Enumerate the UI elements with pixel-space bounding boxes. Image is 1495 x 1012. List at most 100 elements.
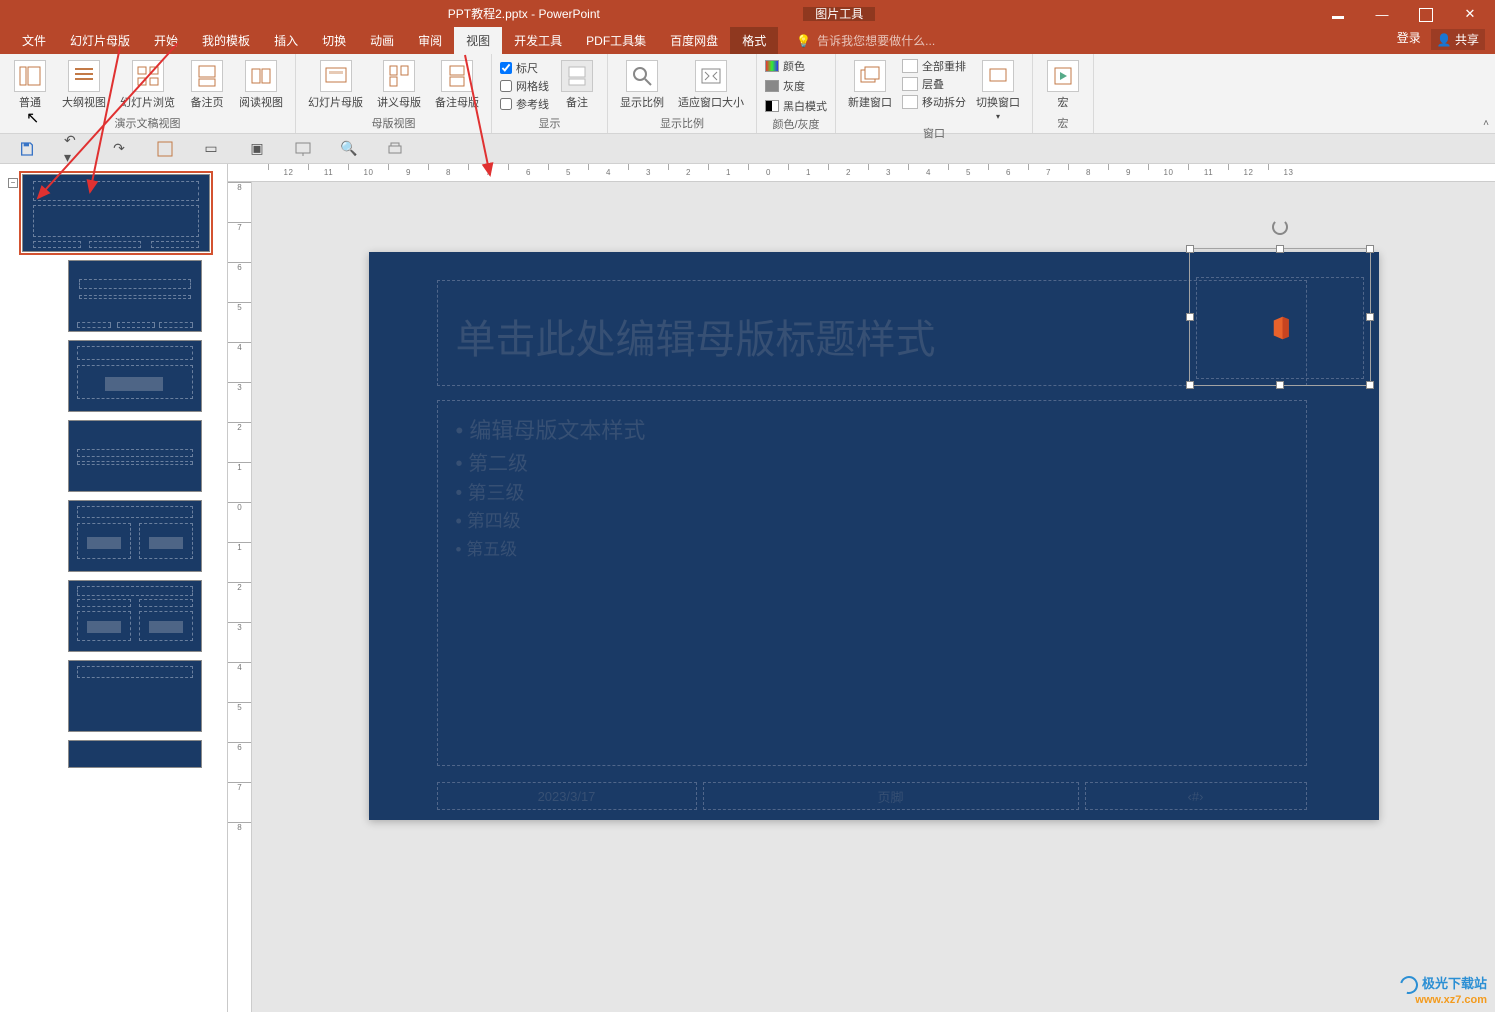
titlebar: PPT教程2.pptx - PowerPoint 图片工具 — ✕ xyxy=(0,0,1495,28)
macros-button[interactable]: 宏 xyxy=(1041,58,1085,112)
fit-window-button[interactable]: 适应窗口大小 xyxy=(674,58,748,112)
resize-handle[interactable] xyxy=(1276,381,1284,389)
minimize-button[interactable]: — xyxy=(1367,7,1397,22)
bw-mode-button[interactable]: 黑白模式 xyxy=(765,98,827,114)
slide-sorter-button[interactable]: 幻灯片浏览 xyxy=(116,58,179,112)
canvas[interactable]: 单击此处编辑母版标题样式 编辑母版文本样式 第二级 第三级 第四级 第五级 20… xyxy=(252,182,1495,1012)
tab-format[interactable]: 格式 xyxy=(730,27,778,54)
close-button[interactable]: ✕ xyxy=(1455,6,1485,22)
slide-master-button[interactable]: 幻灯片母版 xyxy=(304,58,367,112)
slide-number-placeholder[interactable]: ‹#› xyxy=(1085,782,1307,810)
resize-handle[interactable] xyxy=(1276,245,1284,253)
body-level-2: 第二级 xyxy=(456,447,1288,476)
master-views-group-label: 母版视图 xyxy=(304,113,483,131)
rotate-handle-icon[interactable] xyxy=(1272,219,1288,235)
move-split-button[interactable]: 移动拆分 xyxy=(902,94,966,110)
color-mode-button[interactable]: 颜色 xyxy=(765,58,827,74)
tell-me-search[interactable]: 💡 告诉我您想要做什么... xyxy=(796,32,935,54)
tab-review[interactable]: 审阅 xyxy=(406,27,454,54)
tab-animation[interactable]: 动画 xyxy=(358,27,406,54)
tab-slide-master[interactable]: 幻灯片母版 xyxy=(58,27,142,54)
outline-view-button[interactable]: 大纲视图 xyxy=(58,58,110,112)
color-group-label: 颜色/灰度 xyxy=(765,114,827,132)
undo-icon[interactable]: ↶ ▾ xyxy=(64,140,82,158)
tab-baidu-disk[interactable]: 百度网盘 xyxy=(658,27,730,54)
new-slide-icon[interactable] xyxy=(156,140,174,158)
layout-thumbnail-7[interactable] xyxy=(68,740,202,768)
master-slide[interactable]: 单击此处编辑母版标题样式 编辑母版文本样式 第二级 第三级 第四级 第五级 20… xyxy=(369,252,1379,820)
redo-icon[interactable]: ↷ xyxy=(110,140,128,158)
ribbon-display-options-icon[interactable] xyxy=(1323,7,1353,22)
body-level-4: 第四级 xyxy=(456,507,1288,533)
master-thumbnail[interactable] xyxy=(22,174,210,252)
guides-checkbox[interactable]: 参考线 xyxy=(500,96,549,112)
quick-access-toolbar: ↶ ▾ ↷ ▭ ▣ 🔍 xyxy=(0,134,1495,164)
tab-file[interactable]: 文件 xyxy=(10,27,58,54)
ribbon: 普通 大纲视图 幻灯片浏览 备注页 阅读视图 演示文稿视图 幻灯片母版 讲义母版… xyxy=(0,54,1495,134)
tab-insert[interactable]: 插入 xyxy=(262,27,310,54)
normal-view-button[interactable]: 普通 xyxy=(8,58,52,112)
resize-handle[interactable] xyxy=(1186,313,1194,321)
selected-image-object[interactable] xyxy=(1189,248,1371,386)
collapse-master-icon[interactable]: − xyxy=(8,178,18,188)
handout-master-button[interactable]: 讲义母版 xyxy=(373,58,425,112)
slide-editor: 121110987654321012345678910111213 876543… xyxy=(228,164,1495,1012)
window-group-label: 窗口 xyxy=(844,123,1024,141)
resize-handle[interactable] xyxy=(1186,381,1194,389)
resize-handle[interactable] xyxy=(1186,245,1194,253)
layout-thumbnail-6[interactable] xyxy=(68,660,202,732)
show-group-label: 显示 xyxy=(500,113,599,131)
footer-placeholder[interactable]: 页脚 xyxy=(703,782,1079,810)
switch-windows-button[interactable]: 切换窗口▾ xyxy=(972,58,1024,123)
quick-print-icon[interactable] xyxy=(386,140,404,158)
new-window-button[interactable]: 新建窗口 xyxy=(844,58,896,112)
save-icon[interactable] xyxy=(18,140,36,158)
notes-page-button[interactable]: 备注页 xyxy=(185,58,229,112)
tab-my-template[interactable]: 我的模板 xyxy=(190,27,262,54)
slideshow-icon[interactable] xyxy=(294,140,312,158)
ribbon-tabs: 文件 幻灯片母版 开始 我的模板 插入 切换 动画 审阅 视图 开发工具 PDF… xyxy=(0,28,1495,54)
document-title: PPT教程2.pptx - PowerPoint xyxy=(448,7,600,21)
tab-transition[interactable]: 切换 xyxy=(310,27,358,54)
qat-icon-6[interactable]: ▣ xyxy=(248,140,266,158)
grayscale-mode-button[interactable]: 灰度 xyxy=(765,78,827,94)
resize-handle[interactable] xyxy=(1366,245,1374,253)
body-level-5: 第五级 xyxy=(456,535,1288,560)
mouse-cursor-icon: ↖ xyxy=(26,108,39,128)
layout-thumbnail-1[interactable] xyxy=(68,260,202,332)
login-button[interactable]: 登录 xyxy=(1397,29,1421,50)
tab-pdf-tools[interactable]: PDF工具集 xyxy=(574,27,658,54)
tab-home[interactable]: 开始 xyxy=(142,27,190,54)
notes-master-button[interactable]: 备注母版 xyxy=(431,58,483,112)
layout-thumbnail-3[interactable] xyxy=(68,420,202,492)
body-placeholder[interactable]: 编辑母版文本样式 第二级 第三级 第四级 第五级 xyxy=(437,400,1307,766)
resize-handle[interactable] xyxy=(1366,381,1374,389)
layout-thumbnail-5[interactable] xyxy=(68,580,202,652)
notes-button[interactable]: 备注 xyxy=(555,58,599,112)
resize-handle[interactable] xyxy=(1366,313,1374,321)
gridlines-checkbox[interactable]: 网格线 xyxy=(500,78,549,94)
layout-thumbnail-2[interactable] xyxy=(68,340,202,412)
tab-developer[interactable]: 开发工具 xyxy=(502,27,574,54)
tab-view[interactable]: 视图 xyxy=(454,27,502,54)
maximize-button[interactable] xyxy=(1411,4,1441,25)
arrange-all-button[interactable]: 全部重排 xyxy=(902,58,966,74)
ruler-checkbox[interactable]: 标尺 xyxy=(500,60,549,76)
qat-icon-5[interactable]: ▭ xyxy=(202,140,220,158)
vertical-ruler: 87654321012345678 xyxy=(228,182,252,1012)
share-button[interactable]: 👤 共享 xyxy=(1431,29,1485,50)
macros-group-label: 宏 xyxy=(1041,113,1085,131)
zoom-button[interactable]: 显示比例 xyxy=(616,58,668,112)
office-logo-icon xyxy=(1265,313,1295,343)
slide-thumbnails-panel[interactable]: − xyxy=(0,164,228,1012)
reading-view-button[interactable]: 阅读视图 xyxy=(235,58,287,112)
collapse-ribbon-icon[interactable]: ˄ xyxy=(1483,118,1489,129)
zoom-preview-icon[interactable]: 🔍 xyxy=(340,140,358,158)
horizontal-ruler: 121110987654321012345678910111213 xyxy=(228,164,1495,182)
layout-thumbnail-4[interactable] xyxy=(68,500,202,572)
body-level-3: 第三级 xyxy=(456,478,1288,505)
date-placeholder[interactable]: 2023/3/17 xyxy=(437,782,697,810)
lightbulb-icon: 💡 xyxy=(796,34,811,48)
cascade-button[interactable]: 层叠 xyxy=(902,76,966,92)
title-placeholder[interactable]: 单击此处编辑母版标题样式 xyxy=(437,280,1307,386)
